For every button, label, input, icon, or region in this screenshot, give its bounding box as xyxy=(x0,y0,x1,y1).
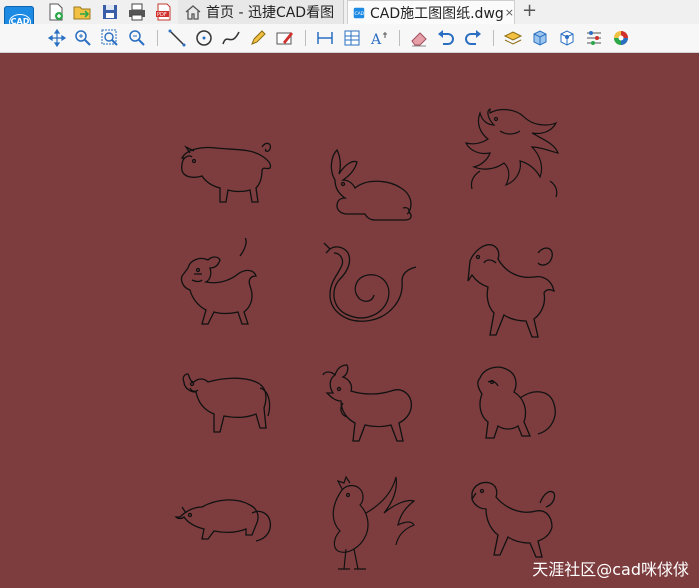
3d-view-icon[interactable] xyxy=(557,28,577,48)
pig-drawing xyxy=(180,142,272,203)
zoom-window-icon[interactable] xyxy=(73,28,93,48)
tiger-drawing xyxy=(180,238,257,325)
tab-close-icon[interactable]: × xyxy=(505,6,514,19)
circle-icon[interactable] xyxy=(194,28,214,48)
new-tab-button[interactable]: + xyxy=(522,0,537,22)
line-icon[interactable] xyxy=(167,28,187,48)
toolbar: A xyxy=(0,24,699,53)
svg-text:CAD: CAD xyxy=(354,11,364,17)
cad-file-icon: CAD xyxy=(353,7,365,18)
export-pdf-icon[interactable]: PDF xyxy=(154,2,174,22)
horse-drawing xyxy=(467,244,555,338)
polyline-icon[interactable] xyxy=(221,28,241,48)
pen-icon[interactable] xyxy=(248,28,268,48)
3d-box-icon[interactable] xyxy=(530,28,550,48)
monkey-drawing xyxy=(477,366,556,439)
save-icon[interactable] xyxy=(100,2,120,22)
measure-icon[interactable] xyxy=(315,28,335,48)
toolbar-separator xyxy=(399,30,400,46)
text-icon[interactable]: A xyxy=(369,28,389,48)
title-bar: CAD PDF 首页 - 迅捷CAD看图 CAD CAD施工图图纸.dwg × … xyxy=(0,0,699,36)
toolbar-separator xyxy=(157,30,158,46)
toolbar-separator xyxy=(493,30,494,46)
tab-home-label: 首页 - 迅捷CAD看图 xyxy=(206,5,335,21)
dragon-drawing xyxy=(464,108,559,198)
zoom-realtime-icon[interactable] xyxy=(127,28,147,48)
rat-drawing xyxy=(174,499,272,542)
properties-icon[interactable] xyxy=(584,28,604,48)
pan-icon[interactable] xyxy=(47,28,67,48)
mark-icon[interactable] xyxy=(275,28,295,48)
rooster-drawing xyxy=(332,475,416,570)
print-icon[interactable] xyxy=(127,2,147,22)
home-icon xyxy=(185,5,201,20)
watermark-text: 天涯社区@cad咪俅俅 xyxy=(532,560,689,579)
redo-icon[interactable] xyxy=(463,28,483,48)
rabbit-drawing xyxy=(330,148,412,221)
snake-drawing xyxy=(323,242,417,322)
layer-icon[interactable] xyxy=(503,28,523,48)
ox-drawing xyxy=(182,373,271,433)
tab-home[interactable]: 首页 - 迅捷CAD看图 xyxy=(178,0,344,24)
open-file-icon[interactable] xyxy=(72,2,92,22)
drawing-canvas[interactable]: 天涯社区@cad咪俅俅 xyxy=(0,53,699,588)
undo-icon[interactable] xyxy=(436,28,456,48)
tab-document[interactable]: CAD CAD施工图图纸.dwg × xyxy=(347,0,515,24)
tab-document-label: CAD施工图图纸.dwg xyxy=(369,5,504,22)
svg-text:PDF: PDF xyxy=(157,12,167,18)
zoom-extents-icon[interactable] xyxy=(100,28,120,48)
new-file-icon[interactable] xyxy=(46,2,66,22)
color-wheel-icon[interactable] xyxy=(611,28,631,48)
eraser-icon[interactable] xyxy=(409,28,429,48)
svg-text:A: A xyxy=(370,32,382,48)
table-icon[interactable] xyxy=(342,28,362,48)
toolbar-separator xyxy=(305,30,306,46)
goat-drawing xyxy=(322,364,413,442)
